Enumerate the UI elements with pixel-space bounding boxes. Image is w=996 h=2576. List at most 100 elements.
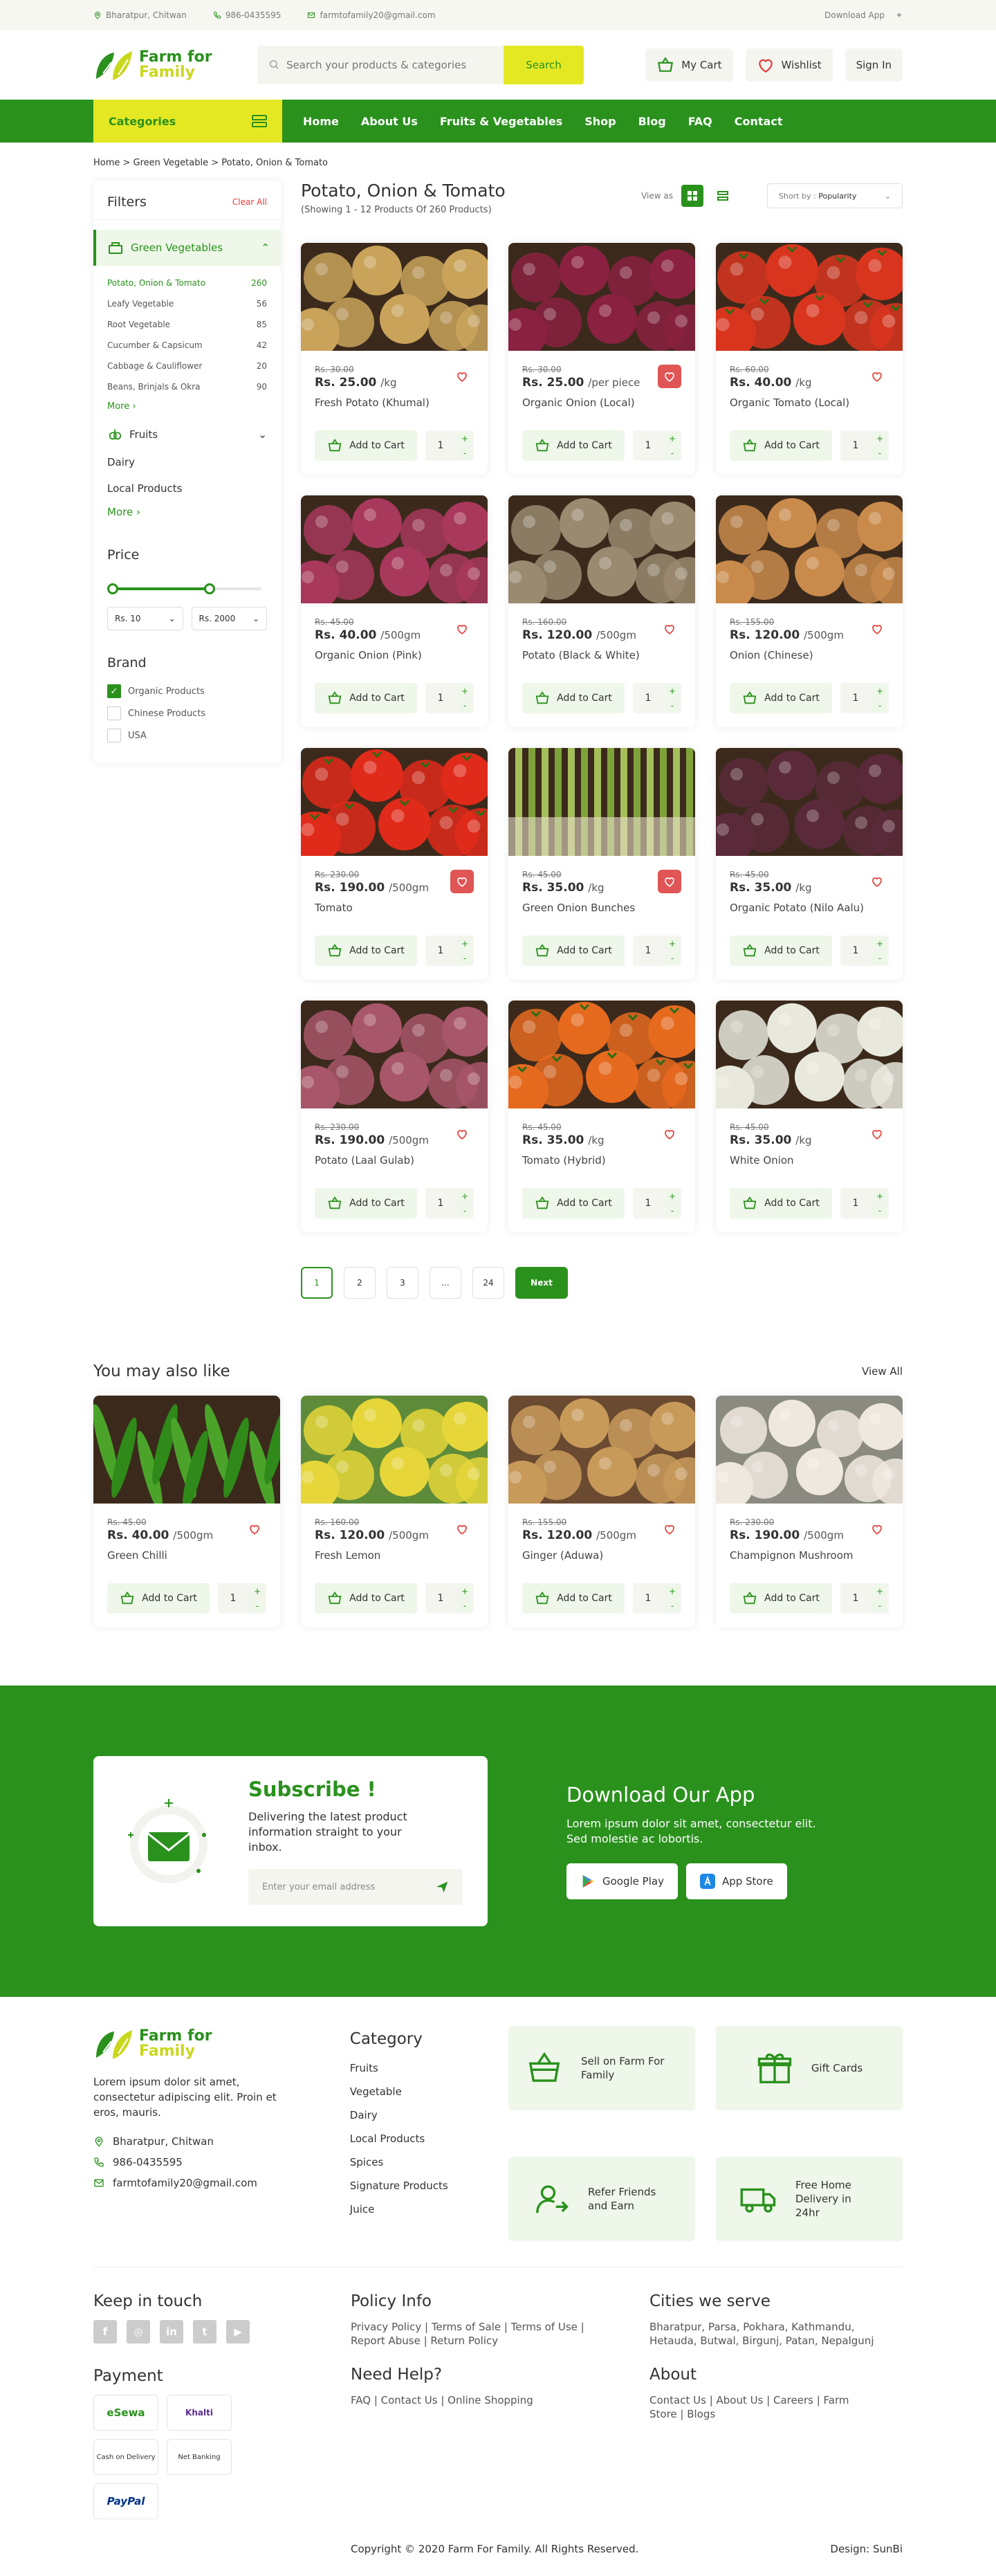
- quantity-stepper[interactable]: 1 + -: [425, 1188, 474, 1218]
- product-card[interactable]: Rs. 155.00 Rs. 120.00 /500gm Ginger (Adu…: [508, 1396, 695, 1627]
- add-to-cart-button[interactable]: Add to Cart: [730, 430, 832, 461]
- footer-logo[interactable]: Farm for Family: [93, 2026, 257, 2062]
- product-card[interactable]: Rs. 30.00 Rs. 25.00 /kg Fresh Potato (Kh…: [301, 243, 488, 475]
- subcategory-item[interactable]: Cucumber & Capsicum 42: [107, 335, 267, 356]
- quantity-value[interactable]: 1: [633, 1593, 663, 1604]
- product-card[interactable]: Rs. 230.00 Rs. 190.00 /500gm Potato (Laa…: [301, 1001, 488, 1232]
- decrement-button[interactable]: -: [872, 446, 887, 459]
- quantity-stepper[interactable]: 1 + -: [840, 1188, 889, 1218]
- product-card[interactable]: Rs. 160.00 Rs. 120.00 /500gm Fresh Lemon…: [301, 1396, 488, 1627]
- product-name[interactable]: Onion (Chinese): [730, 649, 889, 661]
- brand-option[interactable]: USA: [93, 724, 281, 747]
- youtube-icon[interactable]: ▶: [226, 2320, 250, 2344]
- clear-all-link[interactable]: Clear All: [232, 197, 267, 207]
- free-delivery-feature[interactable]: Free Home Delivery in 24hr: [716, 2157, 903, 2241]
- product-image[interactable]: [301, 748, 488, 856]
- quantity-stepper[interactable]: 1 + -: [425, 1583, 474, 1614]
- product-image[interactable]: [301, 243, 488, 351]
- product-image[interactable]: [301, 495, 488, 603]
- breadcrumb[interactable]: Home > Green Vegetable > Potato, Onion &…: [93, 143, 903, 181]
- add-to-cart-button[interactable]: Add to Cart: [730, 935, 832, 966]
- add-to-cart-button[interactable]: Add to Cart: [730, 683, 832, 713]
- wishlist-heart-icon[interactable]: [658, 365, 681, 388]
- increment-button[interactable]: +: [457, 432, 472, 445]
- quantity-stepper[interactable]: 1 + -: [633, 430, 681, 461]
- quantity-stepper[interactable]: 1 + -: [633, 1188, 681, 1218]
- footer-phone[interactable]: 986-0435595: [93, 2152, 350, 2173]
- wishlist-heart-icon[interactable]: [450, 870, 474, 893]
- signin-button[interactable]: Sign In: [845, 48, 903, 82]
- nav-fruits-vegetables[interactable]: Fruits & Vegetables: [440, 115, 562, 128]
- product-name[interactable]: Tomato: [315, 902, 474, 914]
- quantity-value[interactable]: 1: [840, 440, 871, 451]
- product-card[interactable]: Rs. 230.00 Rs. 190.00 /500gm Champignon …: [716, 1396, 903, 1627]
- nav-contact[interactable]: Contact: [735, 115, 783, 128]
- wishlist-heart-icon[interactable]: [658, 617, 681, 641]
- product-image[interactable]: [508, 1001, 695, 1108]
- quantity-value[interactable]: 1: [633, 1198, 663, 1209]
- wishlist-heart-icon[interactable]: [865, 365, 889, 388]
- quantity-value[interactable]: 1: [218, 1593, 248, 1604]
- product-image[interactable]: [508, 495, 695, 603]
- product-card[interactable]: Rs. 45.00 Rs. 35.00 /kg Green Onion Bunc…: [508, 748, 695, 980]
- add-to-cart-button[interactable]: Add to Cart: [730, 1188, 832, 1218]
- quantity-value[interactable]: 1: [633, 440, 663, 451]
- product-card[interactable]: Rs. 230.00 Rs. 190.00 /500gm Tomato Add …: [301, 748, 488, 980]
- page-24-button[interactable]: 24: [472, 1267, 504, 1299]
- quantity-stepper[interactable]: 1 + -: [633, 1583, 681, 1614]
- subcategory-item[interactable]: Potato, Onion & Tomato 260: [107, 273, 267, 293]
- categories-menu-button[interactable]: Categories: [93, 100, 282, 143]
- footer-category-link[interactable]: Dairy: [350, 2103, 508, 2127]
- price-range-slider[interactable]: [107, 579, 261, 599]
- add-to-cart-button[interactable]: Add to Cart: [522, 1583, 625, 1614]
- twitter-icon[interactable]: t: [193, 2320, 216, 2344]
- topbar-phone[interactable]: 986-0435595: [213, 10, 281, 20]
- brand-option[interactable]: Chinese Products: [93, 702, 281, 724]
- about-links[interactable]: Contact Us | About Us | Careers | Farm S…: [649, 2393, 857, 2421]
- subscribe-email-input[interactable]: Enter your email address: [248, 1869, 463, 1905]
- wishlist-heart-icon[interactable]: [658, 870, 681, 893]
- facebook-icon[interactable]: f: [93, 2320, 117, 2344]
- decrement-button[interactable]: -: [872, 951, 887, 965]
- product-name[interactable]: Green Chilli: [107, 1549, 266, 1562]
- add-to-cart-button[interactable]: Add to Cart: [315, 935, 417, 966]
- nav-shop[interactable]: Shop: [584, 115, 616, 128]
- wishlist-heart-icon[interactable]: [865, 1517, 889, 1541]
- footer-category-link[interactable]: Spices: [350, 2150, 508, 2174]
- product-name[interactable]: Fresh Potato (Khumal): [315, 396, 474, 409]
- instagram-icon[interactable]: ◎: [127, 2320, 150, 2344]
- price-max-select[interactable]: Rs. 2000 ⌄: [191, 607, 267, 630]
- quantity-stepper[interactable]: 1 + -: [840, 1583, 889, 1614]
- topbar-email[interactable]: farmtofamily20@gmail.com: [307, 10, 436, 20]
- brand-option[interactable]: ✓ Organic Products: [93, 680, 281, 702]
- decrement-button[interactable]: -: [457, 446, 472, 459]
- increment-button[interactable]: +: [665, 937, 680, 950]
- footer-category-link[interactable]: Juice: [350, 2198, 508, 2221]
- decrement-button[interactable]: -: [457, 699, 472, 712]
- add-to-cart-button[interactable]: Add to Cart: [522, 935, 625, 966]
- product-card[interactable]: Rs. 45.00 Rs. 40.00 /500gm Organic Onion…: [301, 495, 488, 727]
- decrement-button[interactable]: -: [665, 951, 680, 965]
- increment-button[interactable]: +: [665, 1189, 680, 1203]
- increment-button[interactable]: +: [665, 684, 680, 697]
- product-image[interactable]: [716, 243, 903, 351]
- decrement-button[interactable]: -: [665, 1599, 680, 1612]
- category-dairy[interactable]: Dairy: [93, 449, 281, 475]
- decrement-button[interactable]: -: [457, 1204, 472, 1217]
- checkbox-icon[interactable]: [107, 729, 121, 742]
- wishlist-heart-icon[interactable]: [450, 1122, 474, 1146]
- product-name[interactable]: Ginger (Aduwa): [522, 1549, 681, 1562]
- quantity-stepper[interactable]: 1 + -: [633, 935, 681, 966]
- product-name[interactable]: Organic Tomato (Local): [730, 396, 889, 409]
- list-view-icon[interactable]: [712, 185, 734, 207]
- increment-button[interactable]: +: [872, 1584, 887, 1598]
- product-card[interactable]: Rs. 45.00 Rs. 35.00 /kg White Onion Add …: [716, 1001, 903, 1232]
- sort-dropdown[interactable]: Short by : Popularity ⌄: [767, 183, 903, 208]
- increment-button[interactable]: +: [872, 937, 887, 950]
- product-name[interactable]: Potato (Black & White): [522, 649, 681, 661]
- checkbox-icon[interactable]: [107, 706, 121, 720]
- logo[interactable]: Farm for Family: [93, 47, 257, 83]
- add-to-cart-button[interactable]: Add to Cart: [730, 1583, 832, 1614]
- view-all-link[interactable]: View All: [862, 1365, 903, 1378]
- wishlist-button[interactable]: Wishlist: [745, 48, 833, 82]
